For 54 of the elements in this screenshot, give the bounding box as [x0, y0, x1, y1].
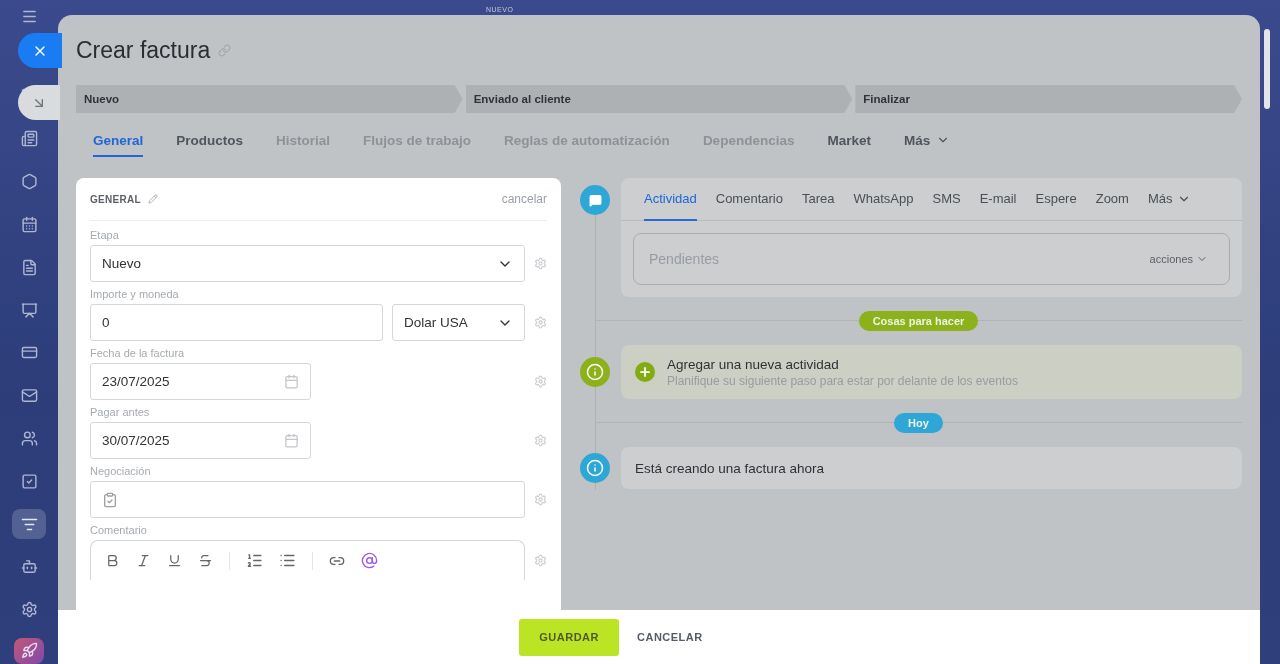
activity-title: Agregar una nueva actividad: [667, 356, 840, 372]
field-label: Negociación: [90, 465, 152, 477]
numbered-list-icon[interactable]: [246, 552, 263, 569]
field-label: Pagar antes: [90, 406, 151, 418]
chat-icon: [580, 185, 610, 215]
funnel-icon[interactable]: [12, 509, 46, 540]
info-icon: [580, 357, 610, 387]
activity-tab[interactable]: Más: [1147, 178, 1192, 221]
actions-dropdown[interactable]: acciones: [1143, 252, 1214, 266]
activity-tab[interactable]: Actividad: [644, 178, 697, 221]
activity-tab[interactable]: SMS: [932, 178, 961, 221]
currency-select[interactable]: Dolar USA: [392, 304, 525, 341]
rocket-icon[interactable]: [14, 637, 44, 664]
close-button[interactable]: [18, 33, 62, 68]
stage-select[interactable]: Nuevo: [90, 245, 525, 282]
underline-icon[interactable]: [167, 553, 182, 568]
date-field[interactable]: 23/07/2025: [90, 363, 311, 400]
activity-tab[interactable]: WhatsApp: [853, 178, 914, 221]
field-label: Importe y moneda: [90, 288, 180, 300]
collapse-button[interactable]: [18, 85, 60, 120]
stage-step[interactable]: Finalizar: [855, 85, 1242, 113]
bullet-list-icon[interactable]: [279, 552, 296, 569]
section-badge: Hoy: [894, 413, 943, 433]
stage-step[interactable]: Nuevo: [76, 85, 463, 113]
section-heading: GENERAL: [90, 193, 141, 205]
field-label: Fecha de la factura: [90, 347, 186, 359]
field-label: Etapa: [90, 229, 120, 241]
tab[interactable]: Market: [827, 133, 871, 157]
bold-icon[interactable]: [105, 553, 120, 568]
date-field[interactable]: 30/07/2025: [90, 422, 311, 459]
field-label: Comentario: [90, 524, 148, 536]
activity-tab[interactable]: Tarea: [801, 178, 835, 221]
deal-field[interactable]: [90, 481, 525, 518]
at-sign-icon[interactable]: [361, 552, 378, 569]
section-badge: Cosas para hacer: [858, 311, 979, 331]
tab[interactable]: General: [93, 133, 144, 157]
activity-title: Está creando una factura ahora: [635, 460, 825, 476]
activity-tab[interactable]: Comentario: [715, 178, 783, 221]
amount-field[interactable]: 0: [90, 304, 383, 341]
activity-tab[interactable]: Zoom: [1095, 178, 1129, 221]
clipboard-check-icon: [102, 491, 118, 508]
tab[interactable]: Más: [903, 133, 951, 157]
save-button[interactable]: GUARDAR: [519, 618, 619, 656]
tab[interactable]: Productos: [176, 133, 244, 157]
activity-tab[interactable]: Espere: [1035, 178, 1077, 221]
stage-step[interactable]: Enviado al cliente: [465, 85, 853, 113]
cancel-button[interactable]: CANCELAR: [631, 630, 709, 644]
plus-icon[interactable]: [635, 362, 655, 382]
italic-icon[interactable]: [136, 553, 151, 568]
cancel-link[interactable]: cancelar: [501, 192, 547, 206]
strikethrough-icon[interactable]: [198, 553, 213, 568]
activity-tab[interactable]: E-mail: [979, 178, 1017, 221]
page-title: Crear factura: [76, 36, 211, 64]
info-icon: [580, 453, 610, 483]
